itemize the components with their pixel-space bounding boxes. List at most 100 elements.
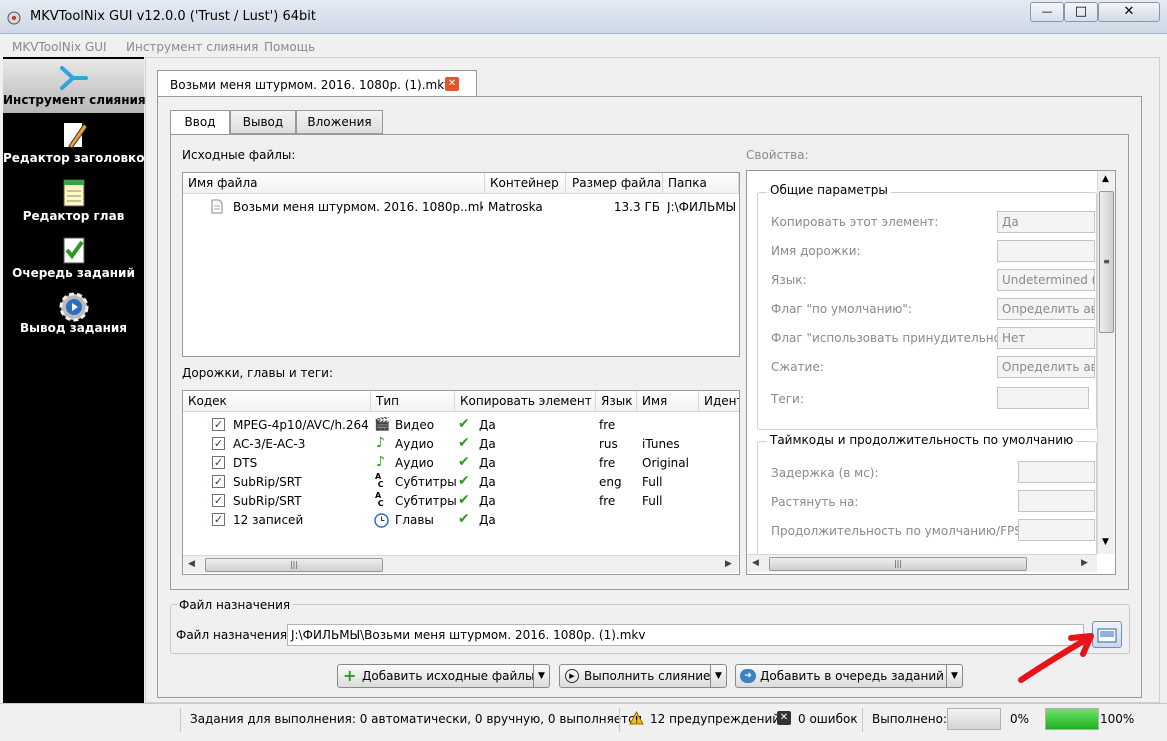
- merge-arrow-icon: [59, 66, 88, 90]
- table-row[interactable]: Возьми меня штурмом. 2016. 1080p..mkv Ma…: [183, 197, 739, 217]
- table-row[interactable]: ✓ SubRip/SRT A C Субтитры ✔ Да eng Full: [183, 473, 739, 492]
- notepad-icon: [63, 179, 84, 207]
- stretch-field[interactable]: [1018, 490, 1095, 512]
- table-row[interactable]: ✓ DTS ♪ Аудио ✔ Да fre Original: [183, 454, 739, 473]
- sidebar-item-chapter-editor[interactable]: Редактор глав: [3, 176, 144, 231]
- maximize-button[interactable]: □: [1064, 2, 1098, 22]
- table-row[interactable]: ✓ 12 записей Главы ✔ Да: [183, 511, 739, 530]
- copy-checkbox[interactable]: ✓: [212, 475, 225, 488]
- error-icon[interactable]: ✕: [777, 711, 791, 725]
- column-header-language[interactable]: Язык: [596, 391, 637, 412]
- window-title: MKVToolNix GUI v12.0.0 ('Trust / Lust') …: [30, 9, 316, 24]
- default-duration-field[interactable]: [1018, 519, 1095, 541]
- properties-label: Свойства:: [746, 148, 809, 162]
- scroll-down-icon[interactable]: ▼: [1102, 537, 1109, 547]
- copy-checkbox[interactable]: ✓: [212, 513, 225, 526]
- column-header-codec[interactable]: Кодек: [183, 391, 371, 412]
- column-header-container[interactable]: Контейнер: [485, 173, 566, 194]
- copy-checkbox[interactable]: ✓: [212, 494, 225, 507]
- table-row[interactable]: ✓ MPEG-4p10/AVC/h.264 🎬 Видео ✔ Да fre: [183, 416, 739, 435]
- track-codec: DTS: [233, 456, 258, 470]
- tab-attachments[interactable]: Вложения: [296, 110, 383, 134]
- column-header-copy[interactable]: Копировать элемент: [455, 391, 596, 412]
- scroll-up-icon[interactable]: ▲: [1102, 174, 1109, 184]
- sidebar-item-job-output[interactable]: Вывод задания: [3, 290, 144, 345]
- copy-checkbox[interactable]: ✓: [212, 456, 225, 469]
- tags-field[interactable]: [997, 387, 1089, 409]
- status-divider: [862, 708, 863, 732]
- scroll-left-icon[interactable]: ◀: [752, 558, 759, 568]
- properties-horizontal-scrollbar[interactable]: ◀ ||| ▶: [747, 554, 1097, 572]
- sidebar-item-label: Редактор глав: [22, 209, 125, 223]
- close-button[interactable]: ✕: [1098, 2, 1160, 22]
- destination-file-input[interactable]: J:\ФИЛЬМЫ\Возьми меня штурмом. 2016. 108…: [287, 624, 1084, 646]
- chevron-down-icon[interactable]: ▼: [710, 665, 726, 687]
- source-files-list[interactable]: Имя файла Контейнер Размер файла Папка В…: [182, 172, 740, 357]
- check-icon: ✔: [458, 473, 470, 489]
- default-flag-select[interactable]: Определить авт: [997, 298, 1095, 320]
- track-language: fre: [599, 418, 616, 432]
- copy-item-select[interactable]: Да: [997, 211, 1095, 233]
- copy-checkbox[interactable]: ✓: [212, 437, 225, 450]
- scroll-left-icon[interactable]: ◀: [188, 559, 195, 569]
- sidebar-item-header-editor[interactable]: Редактор заголовков: [3, 118, 152, 173]
- scrollbar-thumb[interactable]: ≡: [1099, 191, 1114, 333]
- track-language: eng: [599, 475, 622, 489]
- minimize-icon: —: [1041, 5, 1053, 18]
- menu-merge-tool[interactable]: Инструмент слияния: [126, 40, 258, 54]
- menu-help[interactable]: Помощь: [264, 40, 315, 54]
- track-language: fre: [599, 494, 616, 508]
- forced-flag-select[interactable]: Нет: [997, 327, 1095, 349]
- close-tab-icon[interactable]: ✕: [445, 77, 459, 91]
- tracks-list[interactable]: Кодек Тип Копировать элемент Язык Имя Ид…: [182, 390, 740, 575]
- column-header-id[interactable]: Идент: [699, 391, 739, 412]
- check-icon: ✔: [458, 435, 470, 451]
- track-name-field[interactable]: [997, 240, 1095, 262]
- file-size: 13.3 ГБ: [613, 200, 660, 214]
- sidebar-item-merge[interactable]: Инструмент слияния: [3, 59, 146, 113]
- menu-mkvtoolnix[interactable]: MKVToolNix GUI: [12, 40, 107, 54]
- compression-select[interactable]: Определить авт: [997, 356, 1095, 378]
- status-divider: [180, 708, 181, 732]
- scroll-right-icon[interactable]: ▶: [725, 559, 732, 569]
- sidebar-item-job-queue[interactable]: Очередь заданий: [3, 233, 144, 288]
- column-header-folder[interactable]: Папка: [663, 173, 739, 194]
- minimize-button[interactable]: —: [1030, 2, 1064, 22]
- queue-icon: ➜: [740, 669, 756, 683]
- track-codec: MPEG-4p10/AVC/h.264: [233, 418, 369, 432]
- add-to-queue-label: Добавить в очередь заданий: [760, 669, 944, 683]
- table-row[interactable]: ✓ SubRip/SRT A C Субтитры ✔ Да fre Full: [183, 492, 739, 511]
- warning-icon[interactable]: [629, 711, 644, 725]
- column-header-type[interactable]: Тип: [371, 391, 455, 412]
- scrollbar-thumb[interactable]: |||: [769, 557, 1027, 571]
- scroll-right-icon[interactable]: ▶: [1081, 558, 1088, 568]
- tracks-horizontal-scrollbar[interactable]: ◀ ||| ▶: [183, 555, 739, 573]
- save-file-icon: [1097, 628, 1117, 643]
- errors-count[interactable]: 0 ошибок: [798, 712, 858, 726]
- column-header-size[interactable]: Размер файла: [566, 173, 663, 194]
- close-icon: ✕: [1123, 4, 1135, 19]
- table-row[interactable]: ✓ AC-3/E-AC-3 ♪ Аудио ✔ Да rus iTunes: [183, 435, 739, 454]
- warnings-count[interactable]: 12 предупреждений: [650, 712, 780, 726]
- column-header-filename[interactable]: Имя файла: [183, 173, 485, 194]
- delay-field[interactable]: [1018, 461, 1095, 483]
- add-source-files-button[interactable]: + Добавить исходные файлы ▼: [337, 664, 550, 688]
- tab-output[interactable]: Вывод: [230, 110, 296, 134]
- copy-checkbox[interactable]: ✓: [212, 418, 225, 431]
- red-arrow-annotation: [1018, 633, 1094, 683]
- scrollbar-thumb[interactable]: |||: [205, 558, 383, 572]
- track-codec: 12 записей: [233, 513, 304, 527]
- chevron-down-icon[interactable]: ▼: [533, 665, 549, 687]
- start-merge-label: Выполнить слияние: [584, 669, 711, 683]
- column-header-name[interactable]: Имя: [637, 391, 699, 412]
- subtitle-icon: A C: [375, 473, 384, 489]
- add-to-queue-button[interactable]: ➜ Добавить в очередь заданий ▼: [735, 664, 963, 688]
- tab-input[interactable]: Ввод: [170, 110, 230, 135]
- language-select[interactable]: Undetermined (u: [997, 269, 1095, 291]
- chevron-down-icon[interactable]: ▼: [946, 665, 962, 687]
- play-icon: ▶: [565, 669, 579, 683]
- start-merge-button[interactable]: ▶ Выполнить слияние ▼: [559, 664, 727, 688]
- properties-vertical-scrollbar[interactable]: ▲ ≡ ▼: [1097, 171, 1115, 554]
- destination-group-title: Файл назначения: [177, 598, 293, 612]
- track-type: Видео: [395, 418, 435, 432]
